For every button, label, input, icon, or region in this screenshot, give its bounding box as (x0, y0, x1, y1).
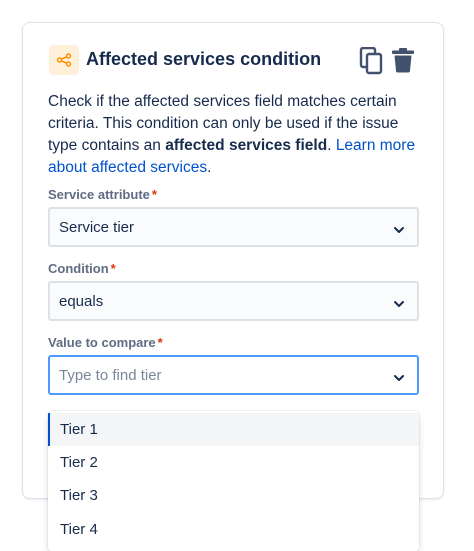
condition-label-text: Condition (48, 261, 109, 276)
description-text-after: . (327, 137, 336, 154)
service-attribute-label-text: Service attribute (48, 187, 150, 202)
chevron-down-icon (393, 222, 405, 239)
chevron-down-icon (393, 296, 405, 313)
chevron-down-icon (393, 370, 405, 387)
copy-icon[interactable] (359, 46, 383, 80)
description-bold-text: affected services field (165, 137, 328, 154)
tier-dropdown-menu: Tier 1 Tier 2 Tier 3 Tier 4 (48, 411, 419, 551)
obscured-helper-text (49, 402, 289, 410)
condition-description: Check if the affected services field mat… (48, 91, 420, 179)
dropdown-option-tier-3[interactable]: Tier 3 (48, 479, 419, 512)
service-attribute-label: Service attribute * (48, 187, 157, 202)
services-connection-icon (49, 45, 79, 75)
description-end: . (207, 159, 212, 176)
value-to-compare-input[interactable]: Type to find tier (48, 355, 419, 395)
card-title: Affected services condition (86, 49, 322, 69)
required-mark: * (157, 335, 163, 350)
condition-select[interactable]: equals (48, 281, 419, 321)
service-attribute-value: Service tier (59, 218, 135, 236)
condition-value: equals (59, 292, 104, 310)
required-mark: * (110, 261, 116, 276)
required-mark: * (151, 187, 157, 202)
value-to-compare-label: Value to compare * (48, 335, 163, 350)
value-to-compare-placeholder: Type to find tier (59, 366, 162, 384)
dropdown-option-tier-2[interactable]: Tier 2 (48, 446, 419, 479)
dropdown-option-tier-1[interactable]: Tier 1 (48, 413, 419, 446)
service-attribute-select[interactable]: Service tier (48, 207, 419, 247)
value-to-compare-label-text: Value to compare (48, 335, 156, 350)
condition-label: Condition * (48, 261, 116, 276)
dropdown-option-tier-4[interactable]: Tier 4 (48, 513, 419, 546)
trash-icon[interactable] (391, 47, 415, 78)
